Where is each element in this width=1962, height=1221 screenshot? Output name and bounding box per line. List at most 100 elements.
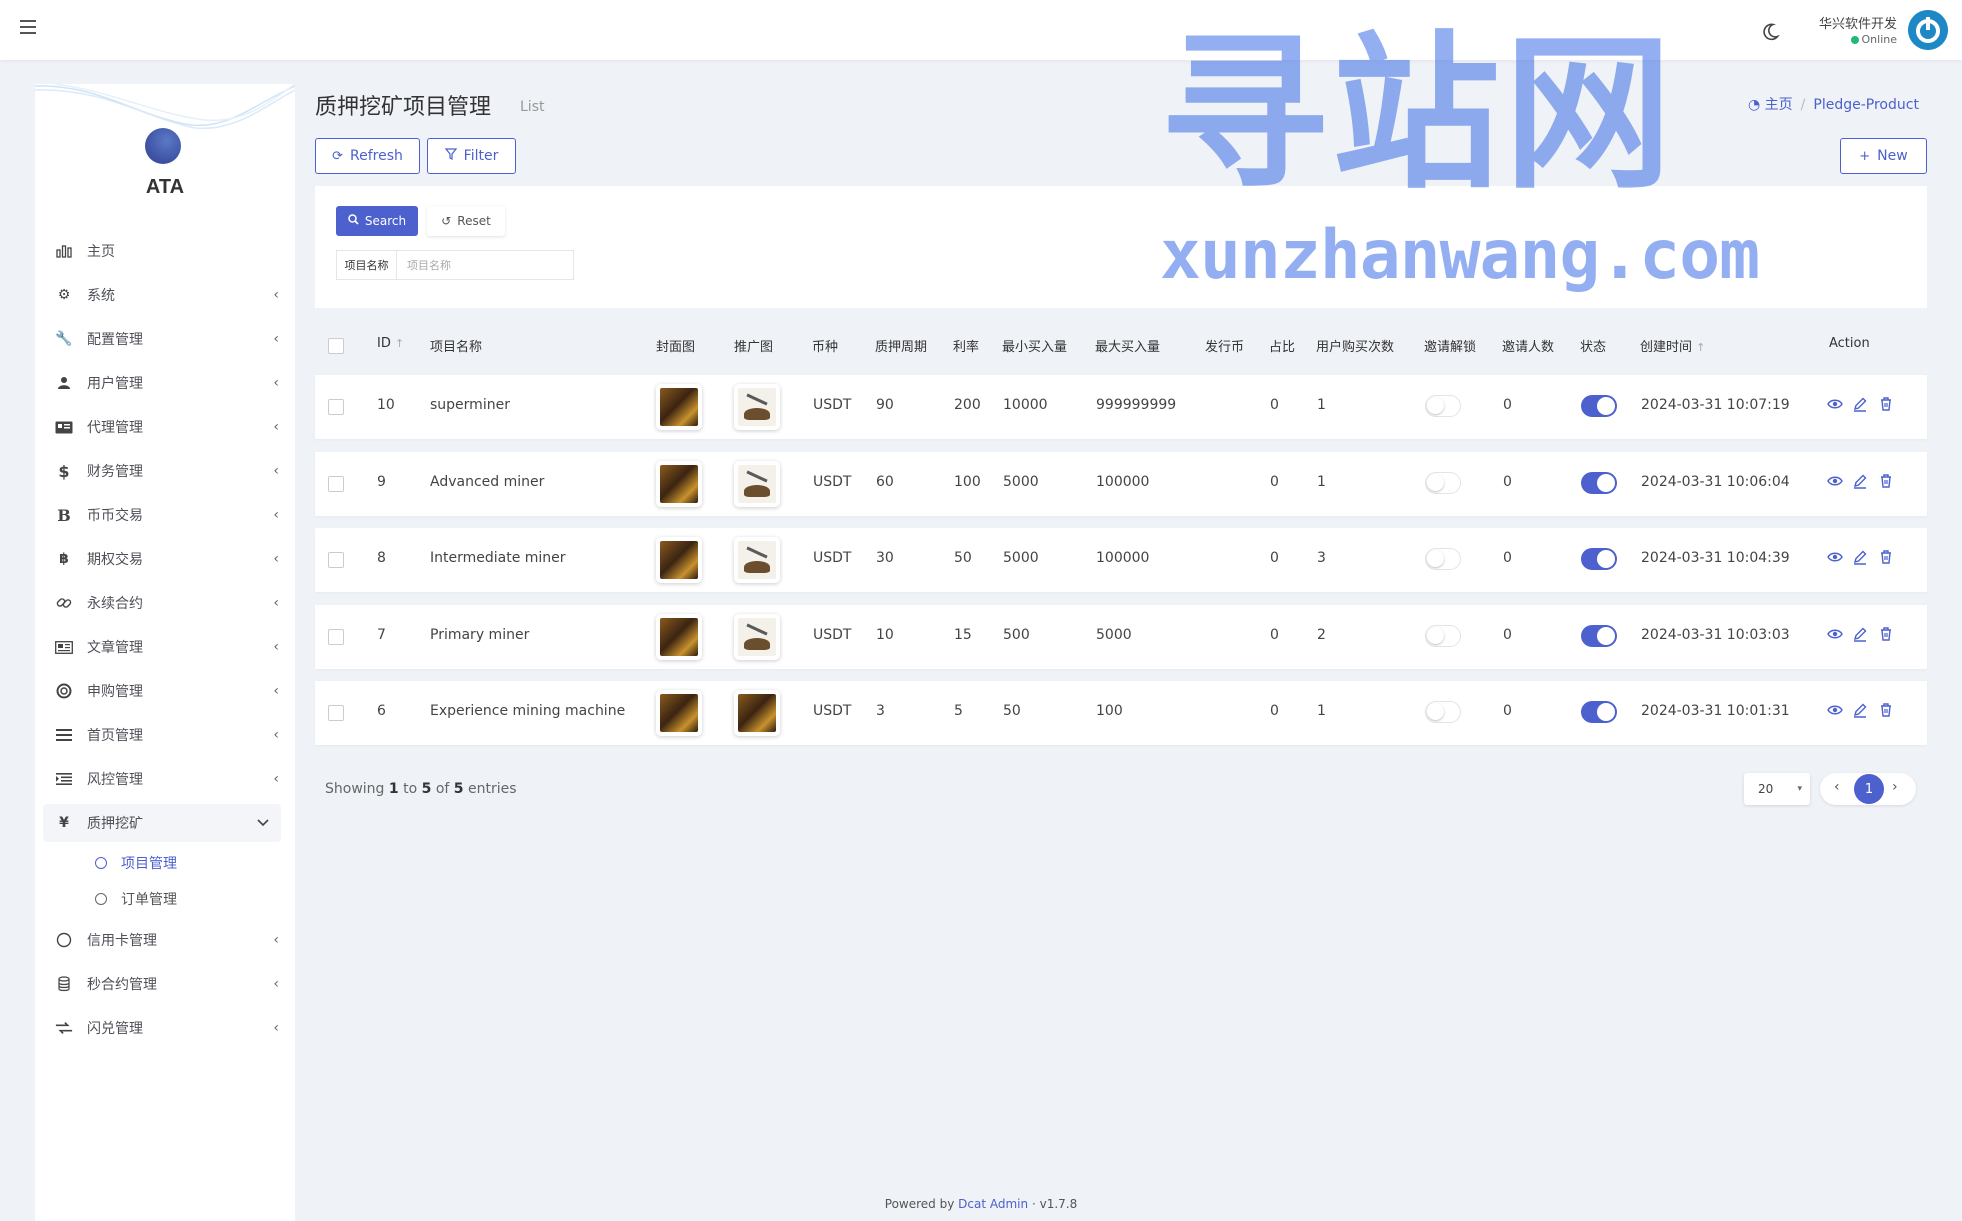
delete-trash-icon[interactable] xyxy=(1878,396,1894,412)
cell-rate: 5 xyxy=(954,703,963,719)
delete-trash-icon[interactable] xyxy=(1878,549,1894,565)
select-all-checkbox[interactable] xyxy=(328,338,344,354)
cover-image[interactable] xyxy=(656,461,702,507)
row-checkbox[interactable] xyxy=(328,399,344,415)
view-eye-icon[interactable] xyxy=(1827,702,1843,718)
view-eye-icon[interactable] xyxy=(1827,396,1843,412)
avatar[interactable] xyxy=(1908,10,1948,50)
menu-toggle-icon[interactable] xyxy=(20,20,36,34)
sidebar-subitem-projects[interactable]: 项目管理 xyxy=(95,848,177,878)
sidebar-item-label: 申购管理 xyxy=(87,684,143,700)
promo-image[interactable] xyxy=(734,537,780,583)
edit-pencil-icon[interactable] xyxy=(1852,626,1868,642)
sidebar-item-flash-exchange[interactable]: 闪兑管理 ‹ xyxy=(35,1009,295,1047)
dcat-admin-link[interactable]: Dcat Admin xyxy=(958,1197,1028,1211)
chevron-left-icon: ‹ xyxy=(273,551,279,567)
edit-pencil-icon[interactable] xyxy=(1852,396,1868,412)
invite-unlock-toggle[interactable] xyxy=(1425,395,1461,417)
view-eye-icon[interactable] xyxy=(1827,549,1843,565)
delete-trash-icon[interactable] xyxy=(1878,473,1894,489)
edit-pencil-icon[interactable] xyxy=(1852,702,1868,718)
sidebar-item-risk[interactable]: 风控管理 ‹ xyxy=(35,760,295,798)
sidebar-item-articles[interactable]: 文章管理 ‹ xyxy=(35,628,295,666)
cover-image[interactable] xyxy=(656,537,702,583)
sidebar-item-perpetual[interactable]: 永续合约 ‹ xyxy=(35,584,295,622)
cell-max-buy: 999999999 xyxy=(1096,397,1177,413)
invite-unlock-toggle[interactable] xyxy=(1425,625,1461,647)
promo-image[interactable] xyxy=(734,690,780,736)
sidebar-item-finance[interactable]: $ 财务管理 ‹ xyxy=(35,452,295,490)
user-name[interactable]: 华兴软件开发 xyxy=(1819,13,1897,32)
sidebar-item-home[interactable]: 主页 xyxy=(35,232,295,270)
promo-image-picture xyxy=(738,618,776,656)
new-button[interactable]: + New xyxy=(1840,138,1927,174)
sidebar-item-label: 用户管理 xyxy=(87,376,143,392)
chevron-left-icon: ‹ xyxy=(273,932,279,948)
status-toggle[interactable] xyxy=(1581,472,1617,494)
status-toggle[interactable] xyxy=(1581,625,1617,647)
version-text: v1.7.8 xyxy=(1039,1197,1078,1211)
sidebar-item-spot-trading[interactable]: B 币币交易 ‹ xyxy=(35,496,295,534)
filter-icon xyxy=(444,148,457,164)
project-name-input[interactable]: 项目名称 xyxy=(396,250,574,280)
refresh-button[interactable]: ⟳ Refresh xyxy=(315,138,420,174)
invite-unlock-toggle[interactable] xyxy=(1425,548,1461,570)
sidebar-item-credit-card[interactable]: 信用卡管理 ‹ xyxy=(35,921,295,959)
sidebar-item-second-contract[interactable]: 秒合约管理 ‹ xyxy=(35,965,295,1003)
filter-button[interactable]: Filter xyxy=(427,138,516,174)
view-eye-icon[interactable] xyxy=(1827,473,1843,489)
page-size-select[interactable]: 20 ▾ xyxy=(1744,773,1810,805)
current-page-button[interactable]: 1 xyxy=(1854,774,1884,804)
edit-pencil-icon[interactable] xyxy=(1852,473,1868,489)
column-header-created[interactable]: 创建时间 ↑ xyxy=(1640,336,1705,355)
cell-name: Primary miner xyxy=(430,627,530,643)
delete-trash-icon[interactable] xyxy=(1878,626,1894,642)
sidebar-item-options[interactable]: ฿ 期权交易 ‹ xyxy=(35,540,295,578)
sidebar-item-users[interactable]: 用户管理 ‹ xyxy=(35,364,295,402)
delete-trash-icon[interactable] xyxy=(1878,702,1894,718)
watermark-url: xunzhanwang.com xyxy=(1160,216,1760,295)
reset-button[interactable]: ↺ Reset xyxy=(427,206,505,236)
invite-unlock-toggle[interactable] xyxy=(1425,701,1461,723)
sidebar-item-agents[interactable]: 代理管理 ‹ xyxy=(35,408,295,446)
cell-max-buy: 100 xyxy=(1096,703,1123,719)
cell-period: 60 xyxy=(876,474,894,490)
sidebar-item-subscription[interactable]: 申购管理 ‹ xyxy=(35,672,295,710)
breadcrumb-home[interactable]: 主页 xyxy=(1765,97,1793,113)
status-toggle[interactable] xyxy=(1581,395,1617,417)
prev-page-icon[interactable]: ‹ xyxy=(1834,779,1840,795)
row-checkbox[interactable] xyxy=(328,629,344,645)
sidebar-item-system[interactable]: ⚙ 系统 ‹ xyxy=(35,276,295,314)
promo-image[interactable] xyxy=(734,614,780,660)
dark-mode-moon-icon[interactable] xyxy=(1760,22,1780,42)
toggle-knob xyxy=(1427,627,1444,644)
cover-image[interactable] xyxy=(656,614,702,660)
sort-up-icon[interactable]: ↑ xyxy=(395,337,404,350)
promo-image[interactable] xyxy=(734,384,780,430)
cover-image[interactable] xyxy=(656,690,702,736)
status-toggle[interactable] xyxy=(1581,548,1617,570)
exchange-icon xyxy=(55,1019,73,1037)
invite-unlock-toggle[interactable] xyxy=(1425,472,1461,494)
row-checkbox[interactable] xyxy=(328,476,344,492)
sort-up-icon[interactable]: ↑ xyxy=(1696,341,1705,354)
chevron-down-icon: ▾ xyxy=(1797,784,1802,794)
sidebar-item-homepage[interactable]: 首页管理 ‹ xyxy=(35,716,295,754)
cell-rate: 50 xyxy=(954,550,972,566)
column-header-id[interactable]: ID ↑ xyxy=(377,336,404,351)
row-checkbox[interactable] xyxy=(328,705,344,721)
cell-created: 2024-03-31 10:04:39 xyxy=(1641,550,1790,566)
status-toggle[interactable] xyxy=(1581,701,1617,723)
cover-image[interactable] xyxy=(656,384,702,430)
edit-pencil-icon[interactable] xyxy=(1852,549,1868,565)
dollar-icon: $ xyxy=(58,461,70,481)
sidebar-item-staking-mining[interactable]: ¥ 质押挖矿 xyxy=(43,804,281,842)
sidebar-item-config[interactable]: 🔧 配置管理 ‹ xyxy=(35,320,295,358)
view-eye-icon[interactable] xyxy=(1827,626,1843,642)
cover-image-picture xyxy=(660,618,698,656)
sidebar-subitem-orders[interactable]: 订单管理 xyxy=(95,884,177,914)
promo-image[interactable] xyxy=(734,461,780,507)
row-checkbox[interactable] xyxy=(328,552,344,568)
next-page-icon[interactable]: › xyxy=(1892,779,1898,795)
search-button[interactable]: Search xyxy=(336,206,418,236)
